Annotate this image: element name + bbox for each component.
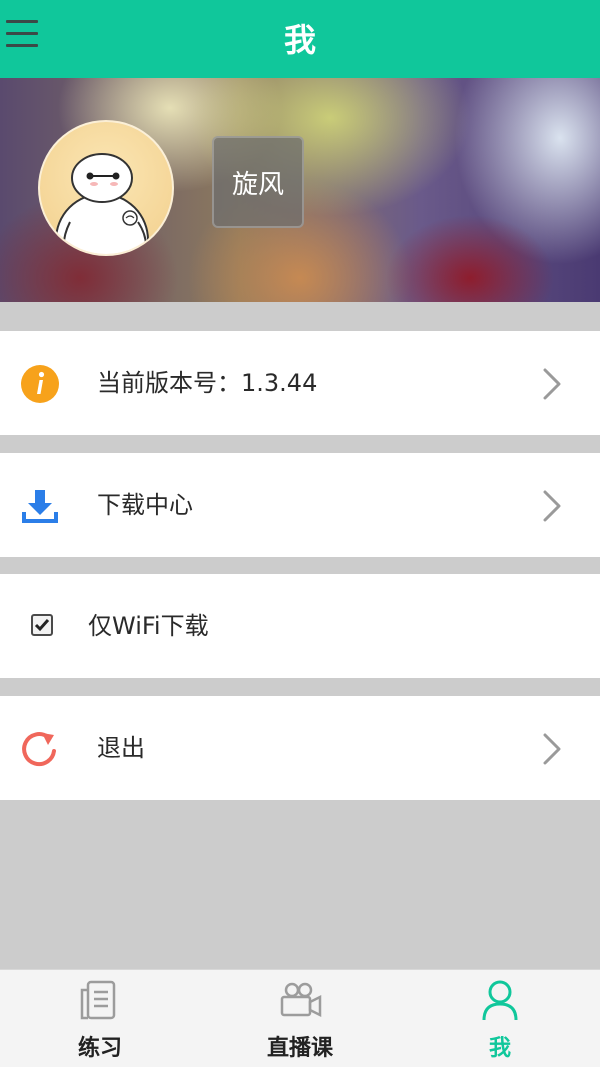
logout-icon (22, 732, 56, 767)
logout-row[interactable]: 退出 (0, 696, 600, 800)
user-icon (482, 980, 518, 1021)
download-center-row[interactable]: 下载中心 (0, 453, 600, 557)
chevron-right-icon (543, 490, 561, 522)
checkmark-icon (34, 619, 50, 632)
page-title: 我 (283, 21, 316, 59)
download-center-label: 下载中心 (97, 491, 193, 519)
avatar[interactable] (38, 120, 174, 256)
wifi-only-checkbox[interactable] (31, 614, 53, 636)
wifi-only-row[interactable]: 仅WiFi下载 (0, 574, 600, 678)
tab-live-class[interactable]: 直播课 (200, 970, 400, 1067)
version-label: 当前版本号：1.3.44 (97, 369, 318, 397)
username: 旋风 (231, 169, 284, 200)
download-icon (22, 490, 58, 523)
tab-me[interactable]: 我 (400, 970, 600, 1067)
wifi-only-label: 仅WiFi下载 (88, 612, 209, 640)
logout-label: 退出 (97, 734, 145, 762)
top-bar: 我 (0, 0, 600, 78)
video-camera-icon (280, 982, 322, 1018)
baymax-avatar-icon (55, 153, 149, 254)
username-box: 旋风 (212, 136, 304, 228)
info-icon (21, 365, 59, 403)
version-row[interactable]: 当前版本号：1.3.44 (0, 331, 600, 435)
chevron-right-icon (543, 368, 561, 400)
tab-me-label: 我 (488, 1036, 511, 1061)
tab-practice[interactable]: 练习 (0, 970, 200, 1067)
tab-live-class-label: 直播课 (266, 1036, 333, 1061)
bottom-tab-bar: 练习 直播课 我 (0, 969, 600, 1067)
profile-banner: 旋风 (0, 78, 600, 302)
tab-practice-label: 练习 (77, 1036, 122, 1061)
chevron-right-icon (543, 733, 561, 765)
document-icon (80, 980, 116, 1020)
